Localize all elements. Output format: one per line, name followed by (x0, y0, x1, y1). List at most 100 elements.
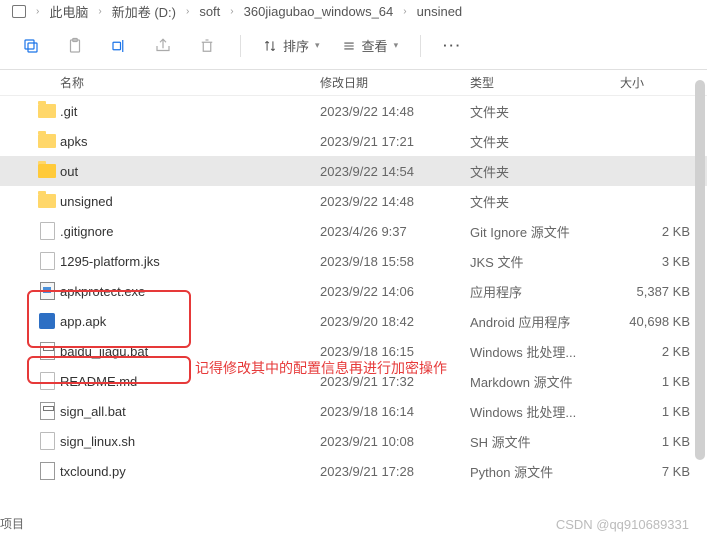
bat-icon (40, 342, 55, 360)
exe-icon (40, 282, 55, 300)
file-date: 2023/9/18 15:58 (320, 254, 470, 269)
file-icon (40, 432, 55, 450)
breadcrumb-item[interactable]: 此电脑 (49, 2, 88, 21)
file-date: 2023/9/18 16:15 (320, 344, 470, 359)
breadcrumb-item[interactable]: 新加卷 (D:) (112, 2, 176, 21)
file-name: app.apk (60, 314, 320, 329)
file-type: 文件夹 (470, 162, 620, 181)
view-button[interactable]: 查看 ▾ (342, 36, 399, 55)
file-type: 文件夹 (470, 132, 620, 151)
breadcrumb-item[interactable]: 360jiagubao_windows_64 (244, 4, 394, 19)
file-size: 1 KB (620, 434, 690, 449)
file-row[interactable]: apkprotect.exe2023/9/22 14:06应用程序5,387 K… (0, 276, 707, 306)
rename-icon[interactable] (108, 35, 130, 57)
file-date: 2023/9/21 17:32 (320, 374, 470, 389)
file-date: 2023/4/26 9:37 (320, 224, 470, 239)
folder-icon (38, 104, 56, 118)
file-date: 2023/9/18 16:14 (320, 404, 470, 419)
folder-open-icon (38, 164, 56, 178)
breadcrumb-item[interactable]: unsined (417, 4, 463, 19)
more-button[interactable]: ··· (443, 38, 462, 53)
folder-icon (38, 134, 56, 148)
file-name: apks (60, 134, 320, 149)
file-type: Markdown 源文件 (470, 372, 620, 391)
file-size: 1 KB (620, 404, 690, 419)
breadcrumb[interactable]: › 此电脑 › 新加卷 (D:) › soft › 360jiagubao_wi… (0, 0, 707, 22)
scrollbar[interactable] (695, 80, 705, 510)
scrollbar-thumb[interactable] (695, 80, 705, 460)
watermark: CSDN @qq910689331 (556, 517, 689, 532)
folder-icon (38, 194, 56, 208)
file-size: 2 KB (620, 344, 690, 359)
python-icon (40, 462, 55, 480)
file-name: .gitignore (60, 224, 320, 239)
chevron-right-icon: › (403, 6, 406, 17)
file-type: JKS 文件 (470, 252, 620, 271)
chevron-right-icon: › (98, 6, 101, 17)
file-row[interactable]: apks2023/9/21 17:21文件夹 (0, 126, 707, 156)
copy-icon[interactable] (20, 35, 42, 57)
file-row[interactable]: out2023/9/22 14:54文件夹 (0, 156, 707, 186)
breadcrumb-item[interactable]: soft (199, 4, 220, 19)
column-date[interactable]: 修改日期 (320, 74, 470, 91)
file-row[interactable]: unsigned2023/9/22 14:48文件夹 (0, 186, 707, 216)
sort-button[interactable]: 排序 ▾ (263, 36, 320, 55)
file-date: 2023/9/22 14:48 (320, 194, 470, 209)
file-date: 2023/9/20 18:42 (320, 314, 470, 329)
file-row[interactable]: 1295-platform.jks2023/9/18 15:58JKS 文件3 … (0, 246, 707, 276)
file-name: .git (60, 104, 320, 119)
file-icon (40, 372, 55, 390)
sort-label: 排序 (283, 36, 309, 55)
file-date: 2023/9/22 14:06 (320, 284, 470, 299)
file-name: README.md (60, 374, 320, 389)
paste-icon[interactable] (64, 35, 86, 57)
file-type: 文件夹 (470, 192, 620, 211)
file-row[interactable]: app.apk2023/9/20 18:42Android 应用程序40,698… (0, 306, 707, 336)
file-name: out (60, 164, 320, 179)
file-type: Git Ignore 源文件 (470, 222, 620, 241)
file-list: .git2023/9/22 14:48文件夹apks2023/9/21 17:2… (0, 96, 707, 486)
file-name: unsigned (60, 194, 320, 209)
file-type: 应用程序 (470, 282, 620, 301)
share-icon[interactable] (152, 35, 174, 57)
column-type[interactable]: 类型 (470, 74, 620, 91)
file-type: Windows 批处理... (470, 402, 620, 421)
file-row[interactable]: README.md2023/9/21 17:32Markdown 源文件1 KB (0, 366, 707, 396)
file-type: Windows 批处理... (470, 342, 620, 361)
file-date: 2023/9/22 14:48 (320, 104, 470, 119)
file-row[interactable]: txclound.py2023/9/21 17:28Python 源文件7 KB (0, 456, 707, 486)
column-name[interactable]: 名称 (60, 74, 320, 91)
file-name: 1295-platform.jks (60, 254, 320, 269)
home-icon[interactable] (12, 5, 26, 18)
chevron-down-icon: ▾ (315, 40, 320, 51)
file-date: 2023/9/21 17:28 (320, 464, 470, 479)
view-label: 查看 (362, 36, 388, 55)
file-size: 7 KB (620, 464, 690, 479)
file-size: 3 KB (620, 254, 690, 269)
chevron-right-icon: › (36, 6, 39, 17)
file-name: sign_linux.sh (60, 434, 320, 449)
footer-label: 项目 (0, 515, 24, 532)
file-type: SH 源文件 (470, 432, 620, 451)
file-size: 40,698 KB (620, 314, 690, 329)
toolbar: 排序 ▾ 查看 ▾ ··· (0, 22, 707, 70)
divider (240, 35, 241, 57)
file-row[interactable]: .gitignore2023/4/26 9:37Git Ignore 源文件2 … (0, 216, 707, 246)
file-row[interactable]: baidu_jiagu.bat2023/9/18 16:15Windows 批处… (0, 336, 707, 366)
file-name: apkprotect.exe (60, 284, 320, 299)
file-row[interactable]: sign_all.bat2023/9/18 16:14Windows 批处理..… (0, 396, 707, 426)
file-row[interactable]: .git2023/9/22 14:48文件夹 (0, 96, 707, 126)
chevron-down-icon: ▾ (394, 40, 399, 51)
file-size: 2 KB (620, 224, 690, 239)
file-row[interactable]: sign_linux.sh2023/9/21 10:08SH 源文件1 KB (0, 426, 707, 456)
file-date: 2023/9/21 10:08 (320, 434, 470, 449)
column-headers: 名称 修改日期 类型 大小 (0, 70, 707, 96)
file-name: txclound.py (60, 464, 320, 479)
column-size[interactable]: 大小 (620, 74, 690, 91)
file-icon (40, 222, 55, 240)
chevron-right-icon: › (186, 6, 189, 17)
divider (420, 35, 421, 57)
trash-icon[interactable] (196, 35, 218, 57)
file-date: 2023/9/21 17:21 (320, 134, 470, 149)
file-type: Python 源文件 (470, 462, 620, 481)
